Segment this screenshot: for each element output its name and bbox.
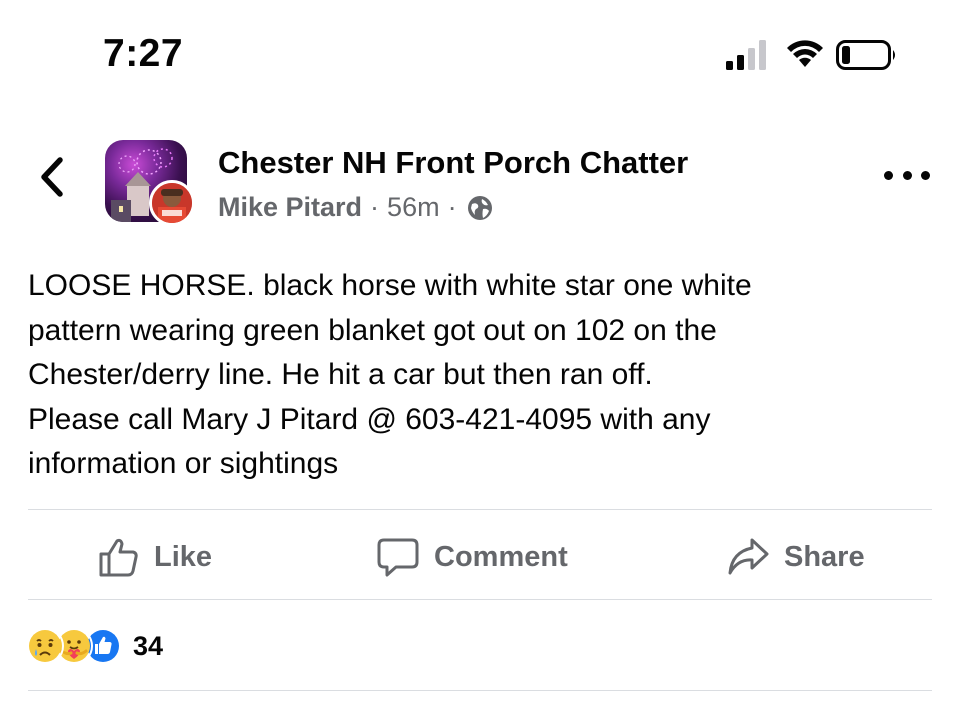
- thumbs-up-icon: [99, 538, 138, 577]
- reaction-count: 34: [133, 630, 164, 661]
- post-text-line: pattern wearing green blanket got out on…: [28, 313, 717, 347]
- post-text: LOOSE HORSE. black horse with white star…: [28, 264, 928, 487]
- wifi-icon: [787, 40, 823, 67]
- cellular-signal-icon: [726, 40, 766, 70]
- divider: [28, 599, 932, 600]
- author-name[interactable]: Mike Pitard: [218, 192, 362, 223]
- sad-reaction-icon: [26, 627, 64, 665]
- post-time[interactable]: 56m: [387, 192, 440, 223]
- post-text-line: Please call Mary J Pitard @ 603-421-4095…: [28, 402, 711, 436]
- status-time: 7:27: [103, 32, 184, 75]
- ellipsis-dot: [902, 170, 912, 180]
- comment-button[interactable]: Comment: [376, 532, 568, 582]
- post-meta: Mike Pitard · 56m ·: [218, 192, 493, 223]
- like-button[interactable]: Like: [98, 532, 212, 582]
- post-text-line: LOOSE HORSE. black horse with white star…: [28, 269, 752, 302]
- back-button[interactable]: [32, 152, 72, 202]
- share-label: Share: [784, 540, 865, 573]
- more-options-button[interactable]: [884, 160, 930, 190]
- like-label: Like: [154, 540, 213, 573]
- status-bar: 7:27: [0, 0, 960, 110]
- post-text-line: Chester/derry line. He hit a car but the…: [28, 358, 653, 391]
- battery-icon: [836, 40, 895, 70]
- share-button[interactable]: Share: [726, 532, 865, 582]
- group-name[interactable]: Chester NH Front Porch Chatter: [218, 145, 688, 181]
- globe-icon: [467, 195, 492, 220]
- comment-label: Comment: [434, 540, 568, 573]
- meta-separator: ·: [447, 192, 457, 222]
- author-avatar: [149, 180, 195, 226]
- ellipsis-icon: [884, 170, 893, 180]
- divider: [28, 509, 932, 510]
- ellipsis-dot: [921, 170, 930, 180]
- post-text-line: information or sightings: [28, 447, 339, 480]
- reactions-summary[interactable]: 34: [26, 626, 163, 666]
- comment-icon: [377, 538, 419, 577]
- avatar[interactable]: [105, 140, 195, 230]
- meta-separator: ·: [370, 192, 380, 222]
- divider: [28, 690, 932, 691]
- share-icon: [728, 538, 769, 575]
